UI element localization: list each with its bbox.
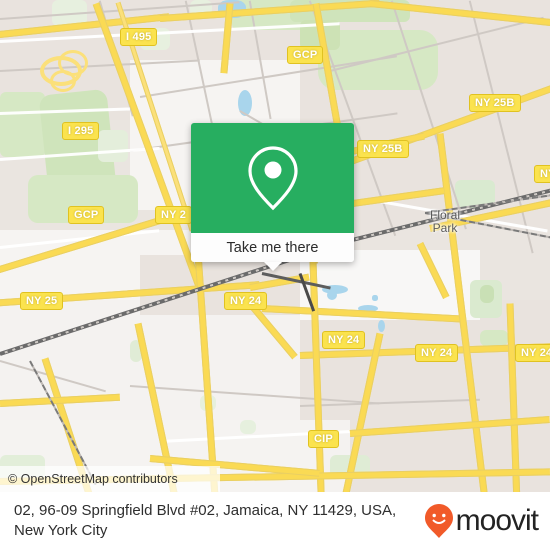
- road-shield[interactable]: GCP: [68, 206, 105, 224]
- road-shield[interactable]: NY 24: [515, 344, 550, 362]
- moovit-logo[interactable]: moovit: [424, 503, 539, 539]
- road-shield[interactable]: I 295: [62, 122, 100, 140]
- address-text: 02, 96-09 Springfield Blvd #02, Jamaica,…: [14, 502, 397, 539]
- map-pin-icon: [247, 146, 298, 211]
- moovit-pin-smiley-icon: [424, 504, 453, 538]
- road-shield[interactable]: NY 25: [20, 292, 64, 310]
- osm-attribution[interactable]: © OpenStreetMap contributors: [0, 466, 220, 492]
- water-area: [327, 290, 337, 300]
- popup-action-bar[interactable]: Take me there: [191, 233, 354, 271]
- location-popup-card[interactable]: Take me there: [191, 123, 354, 271]
- park-area: [98, 130, 128, 162]
- popup-tail: [263, 262, 282, 271]
- water-area: [378, 320, 385, 332]
- road-shield[interactable]: NY 2: [155, 206, 193, 224]
- popup-pin-panel: [191, 123, 354, 233]
- road-shield[interactable]: NY 24: [224, 292, 268, 310]
- road-shield[interactable]: NY 24: [415, 344, 459, 362]
- moovit-wordmark: moovit: [455, 504, 539, 537]
- road-shield[interactable]: I 495: [120, 28, 158, 46]
- map-canvas[interactable]: I 495 GCP NY 25B I 295 NY 25B NY GCP NY …: [0, 0, 550, 492]
- water-area: [372, 295, 378, 301]
- road-shield[interactable]: CIP: [308, 430, 339, 448]
- road-shield[interactable]: NY 25B: [469, 94, 521, 112]
- footer-bar: 02, 96-09 Springfield Blvd #02, Jamaica,…: [0, 492, 550, 550]
- osm-attribution-text: © OpenStreetMap contributors: [8, 472, 178, 486]
- place-label-line2: Park: [432, 221, 458, 235]
- park-area: [480, 330, 508, 346]
- road-shield[interactable]: NY 24: [322, 331, 366, 349]
- take-me-there-label: Take me there: [226, 239, 319, 256]
- road-shield[interactable]: NY: [534, 165, 550, 183]
- road-shield[interactable]: NY 25B: [357, 140, 409, 158]
- road-shield[interactable]: GCP: [287, 46, 324, 64]
- highway-interchange: [50, 70, 76, 92]
- map-screenshot: I 495 GCP NY 25B I 295 NY 25B NY GCP NY …: [0, 0, 550, 550]
- park-area: [480, 285, 494, 303]
- park-area: [240, 420, 256, 434]
- park-area: [0, 92, 45, 157]
- place-label-floral-park: Floral Park: [430, 209, 460, 235]
